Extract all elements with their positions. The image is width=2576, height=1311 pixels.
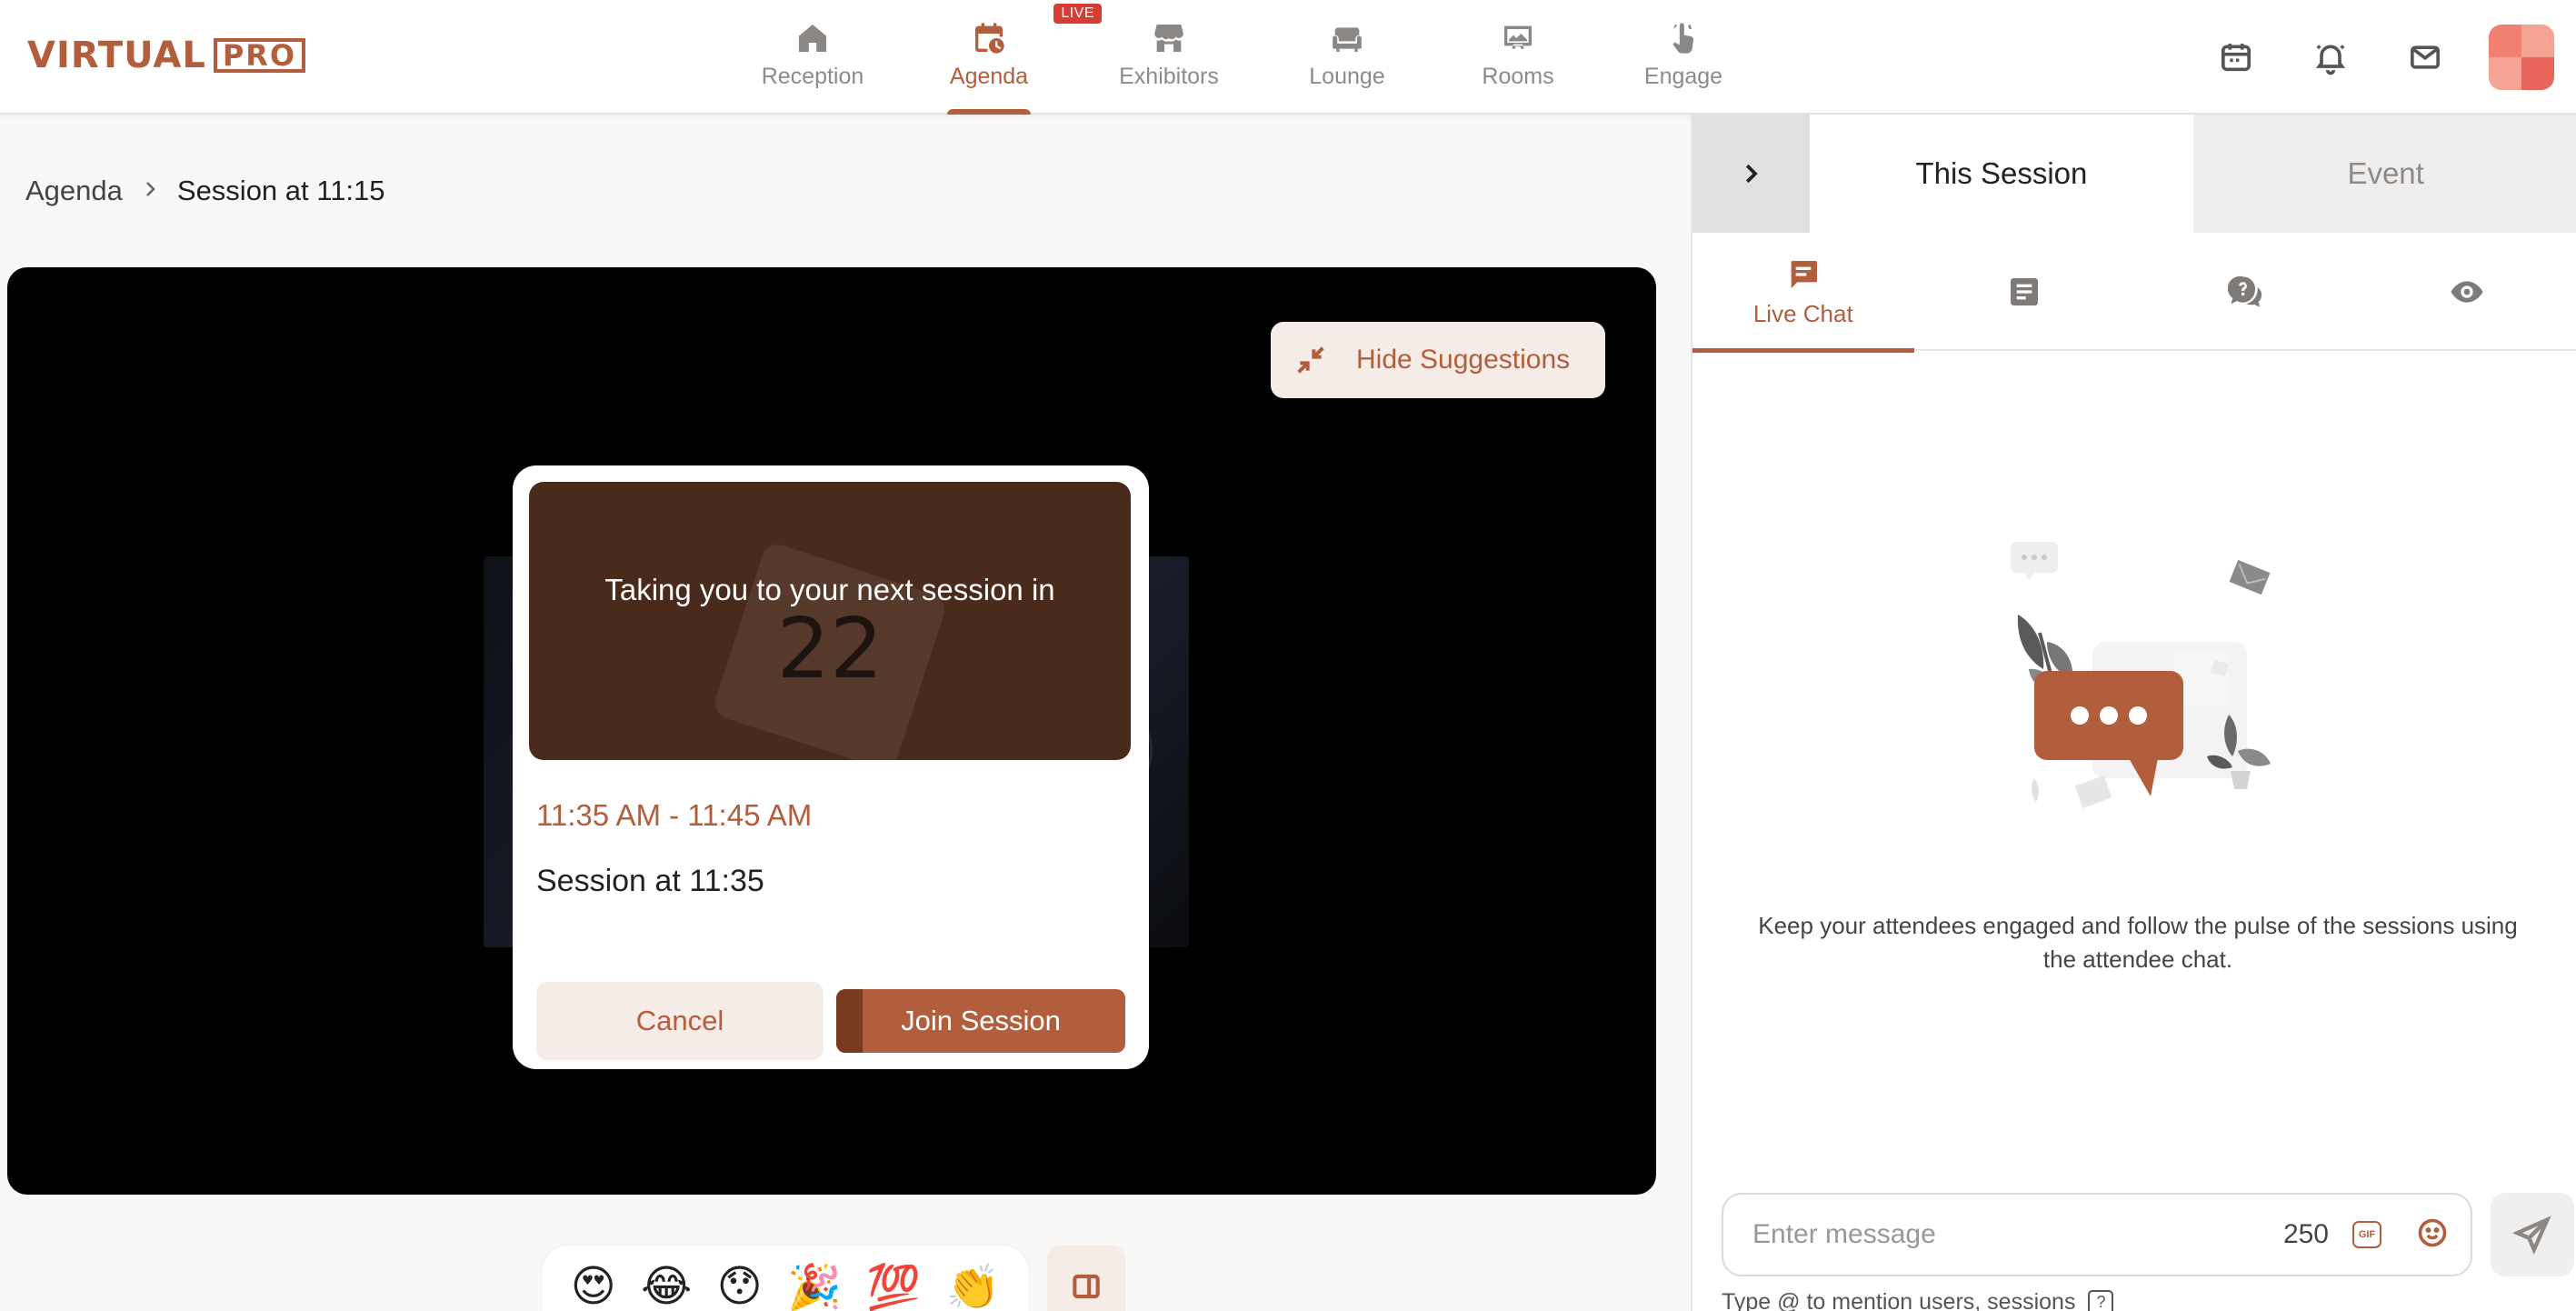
eye-icon: [2451, 281, 2483, 303]
subtab-notes[interactable]: [1914, 233, 2136, 351]
hide-suggestions-label: Hide Suggestions: [1356, 345, 1571, 375]
mail-icon: [2411, 45, 2440, 69]
message-input[interactable]: [1752, 1219, 2283, 1250]
tab-this-session[interactable]: This Session: [1809, 115, 2194, 233]
smile-icon: [2418, 1218, 2447, 1246]
right-panel: This Session Event Live Chat Keep your a…: [1691, 115, 2576, 1311]
nav-item-lounge[interactable]: Lounge: [1258, 0, 1436, 115]
modal-actions: Cancel Join Session: [536, 982, 1125, 1060]
reaction-bar: 😍 😂 😯 🎉 💯 👏: [542, 1246, 1029, 1311]
next-session-modal: Taking you to your next session in 22 11…: [513, 465, 1149, 1069]
countdown-banner: Taking you to your next session in 22: [529, 482, 1131, 760]
empty-chat-illustration: [2011, 542, 2271, 809]
reaction-hundred[interactable]: 💯: [866, 1261, 921, 1311]
chat-icon: [1791, 260, 1817, 288]
hide-suggestions-button[interactable]: Hide Suggestions: [1271, 322, 1605, 398]
bell-icon: [2315, 45, 2346, 75]
user-avatar[interactable]: [2489, 25, 2554, 90]
breadcrumb: Agenda Session at 11:15: [25, 175, 385, 207]
main-nav: Reception LIVE Agenda Exhibitors Lounge …: [727, 0, 1767, 115]
help-icon[interactable]: ?: [2088, 1289, 2114, 1311]
tap-icon: [1672, 23, 1694, 54]
collapse-panel-button[interactable]: [1692, 115, 1810, 233]
empty-chat-message: Keep your attendees engaged and follow t…: [1758, 912, 2518, 973]
join-session-button[interactable]: Join Session: [836, 989, 1125, 1053]
panel-tabs: This Session Event: [1692, 115, 2576, 233]
nav-label: Reception: [761, 64, 864, 89]
home-icon: [799, 25, 826, 52]
calendar-button[interactable]: [2189, 0, 2283, 115]
session-time-range: 11:35 AM - 11:45 AM: [536, 798, 813, 832]
nav-item-exhibitors[interactable]: Exhibitors: [1080, 0, 1258, 115]
chevron-right-icon: [1746, 164, 1758, 184]
subtab-live-chat-label: Live Chat: [1752, 299, 1853, 327]
collapse-arrows-icon: [1297, 346, 1324, 374]
mention-hint-text: Type @ to mention users, sessions: [1722, 1289, 2076, 1311]
nav-item-engage[interactable]: Engage: [1600, 0, 1767, 115]
reaction-surprised[interactable]: 😯: [717, 1261, 763, 1311]
mention-hint: Type @ to mention users, sessions ?: [1722, 1289, 2114, 1311]
reaction-party[interactable]: 🎉: [787, 1261, 842, 1311]
panel-subtabs: Live Chat: [1692, 233, 2576, 353]
nav-label: Engage: [1643, 64, 1723, 89]
layout-toggle-button[interactable]: [1047, 1246, 1125, 1311]
presentation-icon: [1504, 25, 1532, 49]
calendar-clock-icon: [975, 23, 1004, 54]
calendar-icon: [2222, 44, 2251, 72]
virtualpro-logo[interactable]: VIRTUAL PRO: [27, 35, 306, 76]
notes-icon: [2011, 278, 2039, 305]
nav-item-agenda[interactable]: LIVE Agenda: [898, 0, 1102, 115]
emoji-picker-button[interactable]: [2416, 1216, 2449, 1254]
sidebar-layout-icon: [1073, 1274, 1100, 1299]
breadcrumb-agenda[interactable]: Agenda: [25, 175, 123, 207]
char-count: 250: [2282, 1219, 2329, 1249]
message-composer: 250 GIF: [1722, 1193, 2472, 1276]
nav-item-rooms[interactable]: Rooms: [1436, 0, 1600, 115]
reaction-clap[interactable]: 👏: [945, 1261, 1000, 1311]
nav-label: Agenda: [949, 64, 1029, 89]
sofa-icon: [1333, 27, 1362, 52]
chevron-right-icon: [139, 175, 161, 207]
subtab-viewers[interactable]: [2357, 233, 2576, 351]
subtab-live-chat[interactable]: Live Chat: [1692, 233, 1914, 353]
breadcrumb-current: Session at 11:15: [176, 175, 385, 206]
nav-label: Rooms: [1482, 64, 1554, 89]
top-navigation-bar: VIRTUAL PRO Reception LIVE Agenda Exhibi…: [0, 0, 2576, 115]
qna-icon: [2227, 275, 2261, 307]
cancel-button[interactable]: Cancel: [536, 982, 824, 1060]
session-stage: Hide Suggestions Taking you to your next…: [7, 267, 1656, 1195]
reaction-laughing[interactable]: 😂: [641, 1261, 692, 1311]
nav-label: Lounge: [1309, 64, 1385, 89]
messages-button[interactable]: [2378, 0, 2472, 115]
countdown-number: 22: [776, 600, 884, 697]
send-button[interactable]: [2491, 1193, 2574, 1276]
notifications-button[interactable]: [2283, 0, 2378, 115]
join-session-label: Join Session: [901, 1005, 1061, 1036]
storefront-icon: [1154, 25, 1183, 52]
logo-word-virtual: VIRTUAL: [27, 35, 206, 76]
subtab-qna[interactable]: [2135, 233, 2357, 351]
nav-item-reception[interactable]: Reception: [727, 0, 898, 115]
session-title: Session at 11:35: [536, 864, 764, 898]
logo-word-pro: PRO: [213, 38, 306, 73]
top-actions: [2189, 0, 2576, 115]
nav-label: Exhibitors: [1119, 64, 1219, 89]
reaction-heart-eyes[interactable]: 😍: [571, 1261, 616, 1311]
tab-event[interactable]: Event: [2193, 115, 2576, 233]
send-icon: [2512, 1216, 2551, 1255]
gif-button[interactable]: GIF: [2352, 1221, 2381, 1248]
join-progress-fill: [836, 989, 863, 1053]
